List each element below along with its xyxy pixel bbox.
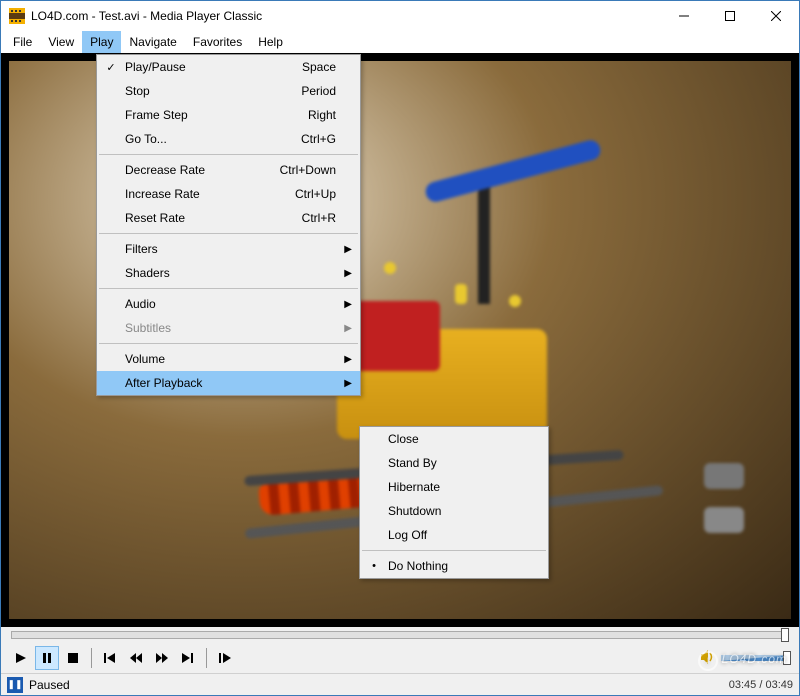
play-dropdown: ✓Play/PauseSpace StopPeriod Frame StepRi…	[96, 54, 361, 396]
minimize-button[interactable]	[661, 1, 707, 31]
chevron-right-icon: ▶	[344, 299, 352, 310]
menu-help[interactable]: Help	[250, 31, 291, 53]
menu-frame-step[interactable]: Frame StepRight	[97, 103, 360, 127]
watermark: ↓LO4D.com	[698, 650, 787, 671]
statusbar: ❚❚ Paused 03:45 / 03:49	[1, 673, 799, 695]
playback-controls	[1, 643, 799, 673]
titlebar: LO4D.com - Test.avi - Media Player Class…	[1, 1, 799, 31]
app-window: LO4D.com - Test.avi - Media Player Class…	[0, 0, 800, 696]
video-content	[384, 262, 396, 274]
menu-file[interactable]: File	[5, 31, 40, 53]
menu-separator	[99, 154, 358, 155]
status-time: 03:45 / 03:49	[729, 679, 793, 691]
menu-play-pause[interactable]: ✓Play/PauseSpace	[97, 55, 360, 79]
menu-navigate[interactable]: Navigate	[121, 31, 184, 53]
status-text: Paused	[29, 678, 70, 692]
seekbar-row	[1, 627, 799, 643]
menu-favorites[interactable]: Favorites	[185, 31, 250, 53]
skip-forward-button[interactable]	[176, 646, 200, 670]
video-content	[424, 138, 603, 204]
menu-stop[interactable]: StopPeriod	[97, 79, 360, 103]
menu-play[interactable]: Play	[82, 31, 121, 53]
menu-view[interactable]: View	[40, 31, 82, 53]
chevron-right-icon: ▶	[344, 244, 352, 255]
rewind-button[interactable]	[124, 646, 148, 670]
window-controls	[661, 1, 799, 31]
menu-increase-rate[interactable]: Increase RateCtrl+Up	[97, 182, 360, 206]
video-content	[704, 507, 744, 533]
menu-audio[interactable]: Audio▶	[97, 292, 360, 316]
menu-after-playback[interactable]: After Playback▶	[97, 371, 360, 395]
submenu-hibernate[interactable]: Hibernate	[360, 475, 548, 499]
menu-filters[interactable]: Filters▶	[97, 237, 360, 261]
menu-decrease-rate[interactable]: Decrease RateCtrl+Down	[97, 158, 360, 182]
chevron-right-icon: ▶	[344, 268, 352, 279]
frame-step-button[interactable]	[213, 646, 237, 670]
video-content	[455, 284, 467, 304]
pause-button[interactable]	[35, 646, 59, 670]
chevron-right-icon: ▶	[344, 378, 352, 389]
menu-go-to[interactable]: Go To...Ctrl+G	[97, 127, 360, 151]
skip-back-button[interactable]	[98, 646, 122, 670]
menu-separator	[99, 288, 358, 289]
seekbar[interactable]	[11, 631, 789, 639]
video-content	[704, 463, 744, 489]
seekbar-thumb[interactable]	[781, 628, 789, 642]
play-button[interactable]	[9, 646, 33, 670]
menu-separator	[362, 550, 546, 551]
separator	[206, 648, 207, 668]
menu-reset-rate[interactable]: Reset RateCtrl+R	[97, 206, 360, 230]
chevron-right-icon: ▶	[344, 354, 352, 365]
menubar: File View Play Navigate Favorites Help	[1, 31, 799, 53]
stop-button[interactable]	[61, 646, 85, 670]
separator	[91, 648, 92, 668]
menu-separator	[99, 233, 358, 234]
menu-separator	[99, 343, 358, 344]
window-title: LO4D.com - Test.avi - Media Player Class…	[31, 9, 661, 23]
submenu-do-nothing[interactable]: •Do Nothing	[360, 554, 548, 578]
submenu-close[interactable]: Close	[360, 427, 548, 451]
chevron-right-icon: ▶	[344, 323, 352, 334]
video-content	[509, 295, 521, 307]
status-icon: ❚❚	[7, 677, 23, 693]
video-content	[478, 184, 490, 304]
after-playback-submenu: Close Stand By Hibernate Shutdown Log Of…	[359, 426, 549, 579]
menu-shaders[interactable]: Shaders▶	[97, 261, 360, 285]
maximize-button[interactable]	[707, 1, 753, 31]
menu-volume[interactable]: Volume▶	[97, 347, 360, 371]
close-button[interactable]	[753, 1, 799, 31]
submenu-shutdown[interactable]: Shutdown	[360, 499, 548, 523]
menu-subtitles: Subtitles▶	[97, 316, 360, 340]
submenu-log-off[interactable]: Log Off	[360, 523, 548, 547]
app-icon	[9, 8, 25, 24]
submenu-stand-by[interactable]: Stand By	[360, 451, 548, 475]
forward-button[interactable]	[150, 646, 174, 670]
